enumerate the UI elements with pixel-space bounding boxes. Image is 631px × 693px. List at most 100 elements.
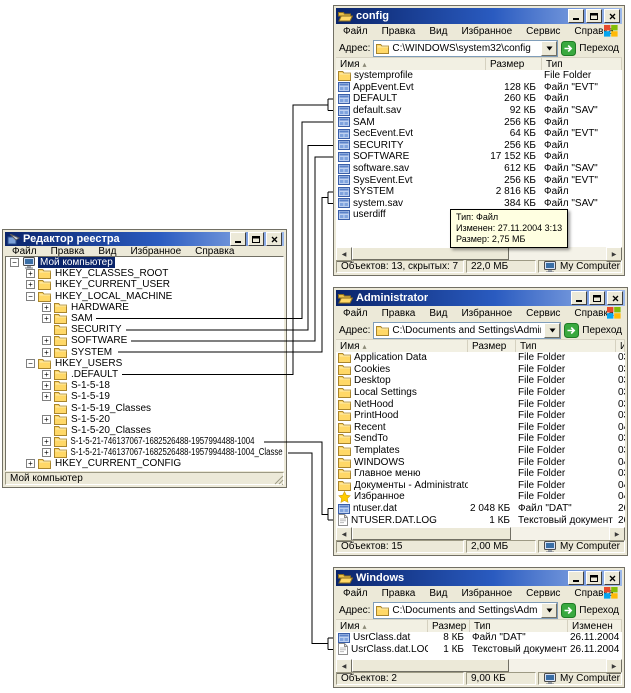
close-button[interactable]: [604, 9, 620, 23]
titlebar-config[interactable]: config: [336, 8, 622, 24]
tree-item-HKEY_LOCAL_MACHINE[interactable]: − HKEY_LOCAL_MACHINE: [6, 291, 283, 302]
column-header-1[interactable]: Имя ▴: [336, 58, 486, 70]
file-row-Local Settings[interactable]: Local Settings File Folder 03: [336, 387, 625, 399]
file-row-SECURITY[interactable]: SECURITY 256 КБ Файл: [336, 140, 622, 152]
file-row-NTUSER.DAT.LOG[interactable]: NTUSER.DAT.LOG 1 КБ Текстовый документ 26: [336, 514, 625, 527]
menu-item-вид[interactable]: Вид: [422, 26, 454, 37]
column-header-4[interactable]: Изменен: [616, 340, 625, 352]
file-row-SecEvent.Evt[interactable]: SecEvent.Evt 64 КБ Файл "EVT": [336, 128, 622, 140]
menu-item-вид[interactable]: Вид: [422, 308, 454, 319]
scrollbar-thumb[interactable]: [352, 659, 510, 672]
tree-item-HKEY_CURRENT_CONFIG[interactable]: + HKEY_CURRENT_CONFIG: [6, 458, 283, 470]
minimize-button[interactable]: [571, 291, 587, 305]
file-row-PrintHood[interactable]: PrintHood File Folder 03: [336, 410, 625, 422]
column-header-3[interactable]: Тип: [470, 620, 568, 632]
expand-plus-icon[interactable]: +: [42, 336, 51, 346]
column-header-3[interactable]: Тип: [542, 58, 622, 70]
file-row-SYSTEM[interactable]: SYSTEM 2 816 КБ Файл: [336, 186, 622, 198]
maximize-button[interactable]: [248, 232, 264, 246]
tree-item-HKEY_CURRENT_USER[interactable]: + HKEY_CURRENT_USER: [6, 279, 283, 291]
column-header-2[interactable]: Размер: [468, 340, 516, 352]
titlebar-administrator[interactable]: Administrator: [336, 290, 625, 306]
file-row-SendTo[interactable]: SendTo File Folder 03: [336, 433, 625, 445]
tree-item-S-1-5-20_Classes[interactable]: S-1-5-20_Classes: [6, 425, 283, 436]
expand-plus-icon[interactable]: +: [42, 369, 51, 379]
titlebar-registry-editor[interactable]: Редактор реестра: [5, 232, 284, 246]
tree-item-S-1-5-19[interactable]: + S-1-5-19: [6, 391, 283, 403]
tree-item-HARDWARE[interactable]: + HARDWARE: [6, 302, 283, 313]
tree-item-SAM[interactable]: + SAM: [6, 313, 283, 325]
tree-item-S-1-5-21-746137067-1682526488-1957994488-1004[interactable]: + S-1-5-21-746137067-1682526488-195799448…: [6, 436, 283, 448]
scrollbar-track[interactable]: [352, 659, 606, 672]
file-row-WINDOWS[interactable]: WINDOWS File Folder 04: [336, 456, 625, 468]
column-header-1[interactable]: Имя ▴: [336, 340, 468, 352]
menu-item-избранное[interactable]: Избранное: [123, 246, 188, 257]
horizontal-scrollbar[interactable]: ◀ ▶: [336, 247, 622, 262]
file-row-Главное меню[interactable]: Главное меню File Folder 03: [336, 468, 625, 480]
menu-item-справка[interactable]: Справка: [188, 246, 241, 257]
tree-item-Мой компьютер[interactable]: − Мой компьютер: [6, 257, 283, 269]
file-row-system.sav[interactable]: system.sav 384 КБ Файл "SAV": [336, 198, 622, 210]
expand-plus-icon[interactable]: +: [42, 437, 51, 447]
address-input[interactable]: C:\WINDOWS\system32\config: [373, 39, 559, 57]
resize-grip-icon[interactable]: [272, 473, 284, 485]
expand-plus-icon[interactable]: +: [26, 459, 35, 469]
expand-plus-icon[interactable]: +: [42, 314, 51, 324]
menu-item-файл[interactable]: Файл: [336, 26, 375, 37]
menu-item-правка[interactable]: Правка: [375, 588, 423, 599]
file-row-AppEvent.Evt[interactable]: AppEvent.Evt 128 КБ Файл "EVT": [336, 82, 622, 94]
expand-plus-icon[interactable]: +: [26, 280, 35, 290]
file-row-SOFTWARE[interactable]: SOFTWARE 17 152 КБ Файл: [336, 151, 622, 163]
scrollbar-thumb[interactable]: [352, 247, 510, 260]
scrollbar-track[interactable]: [352, 527, 609, 540]
tree-item-.DEFAULT[interactable]: + .DEFAULT: [6, 369, 283, 380]
minimize-button[interactable]: [230, 232, 246, 246]
menu-item-сервис[interactable]: Сервис: [519, 588, 567, 599]
scrollbar-track[interactable]: [352, 247, 606, 260]
horizontal-scrollbar[interactable]: ◀ ▶: [336, 659, 622, 674]
maximize-button[interactable]: [589, 291, 605, 305]
file-row-UsrClass.dat[interactable]: UsrClass.dat 8 КБ Файл "DAT" 26.11.2004 11: [336, 632, 622, 644]
expand-plus-icon[interactable]: +: [42, 302, 51, 312]
column-header-2[interactable]: Размер: [486, 58, 542, 70]
expand-plus-icon[interactable]: +: [42, 392, 51, 402]
tree-item-SECURITY[interactable]: SECURITY: [6, 324, 283, 336]
menu-item-избранное[interactable]: Избранное: [454, 588, 519, 599]
address-dropdown-button[interactable]: [544, 322, 561, 338]
file-row-Desktop[interactable]: Desktop File Folder 03: [336, 375, 625, 387]
menu-item-сервис[interactable]: Сервис: [519, 308, 567, 319]
menu-item-файл[interactable]: Файл: [336, 588, 375, 599]
minimize-button[interactable]: [568, 571, 584, 585]
tree-item-S-1-5-18[interactable]: + S-1-5-18: [6, 380, 283, 392]
file-row-UsrClass.dat.LOG[interactable]: UsrClass.dat.LOG 1 КБ Текстовый документ 26…: [336, 643, 622, 656]
horizontal-scrollbar[interactable]: ◀ ▶: [336, 527, 625, 542]
file-row-Application Data[interactable]: Application Data File Folder 03: [336, 352, 625, 364]
menu-item-вид[interactable]: Вид: [91, 246, 123, 257]
file-row-DEFAULT[interactable]: DEFAULT 260 КБ Файл: [336, 93, 622, 105]
column-header-1[interactable]: Имя ▴: [336, 620, 428, 632]
address-dropdown-button[interactable]: [541, 602, 558, 618]
tree-item-SOFTWARE[interactable]: + SOFTWARE: [6, 335, 283, 347]
file-row-systemprofile[interactable]: systemprofile File Folder: [336, 70, 622, 82]
minimize-button[interactable]: [568, 9, 584, 23]
go-button[interactable]: [561, 40, 577, 56]
expand-plus-icon[interactable]: +: [26, 269, 35, 279]
tree-item-HKEY_CLASSES_ROOT[interactable]: + HKEY_CLASSES_ROOT: [6, 268, 283, 280]
collapse-minus-icon[interactable]: −: [26, 291, 35, 301]
menu-item-вид[interactable]: Вид: [422, 588, 454, 599]
file-row-Документы - Administrator[interactable]: Документы - Administrator File Folder 04: [336, 480, 625, 492]
file-row-SAM[interactable]: SAM 256 КБ Файл: [336, 116, 622, 128]
tree-item-SYSTEM[interactable]: + SYSTEM: [6, 347, 283, 358]
scrollbar-thumb[interactable]: [352, 527, 512, 540]
file-row-SysEvent.Evt[interactable]: SysEvent.Evt 256 КБ Файл "EVT": [336, 174, 622, 186]
file-row-Cookies[interactable]: Cookies File Folder 03: [336, 364, 625, 376]
column-header-4[interactable]: Изменен: [568, 620, 622, 632]
expand-plus-icon[interactable]: +: [42, 414, 51, 424]
file-row-ntuser.dat[interactable]: ntuser.dat 2 048 КБ Файл "DAT" 26: [336, 503, 625, 515]
file-row-Recent[interactable]: Recent File Folder 04: [336, 422, 625, 434]
close-button[interactable]: [607, 291, 623, 305]
expand-plus-icon[interactable]: +: [42, 381, 51, 391]
menu-item-файл[interactable]: Файл: [336, 308, 375, 319]
menu-item-правка[interactable]: Правка: [375, 26, 423, 37]
menu-item-правка[interactable]: Правка: [375, 308, 423, 319]
